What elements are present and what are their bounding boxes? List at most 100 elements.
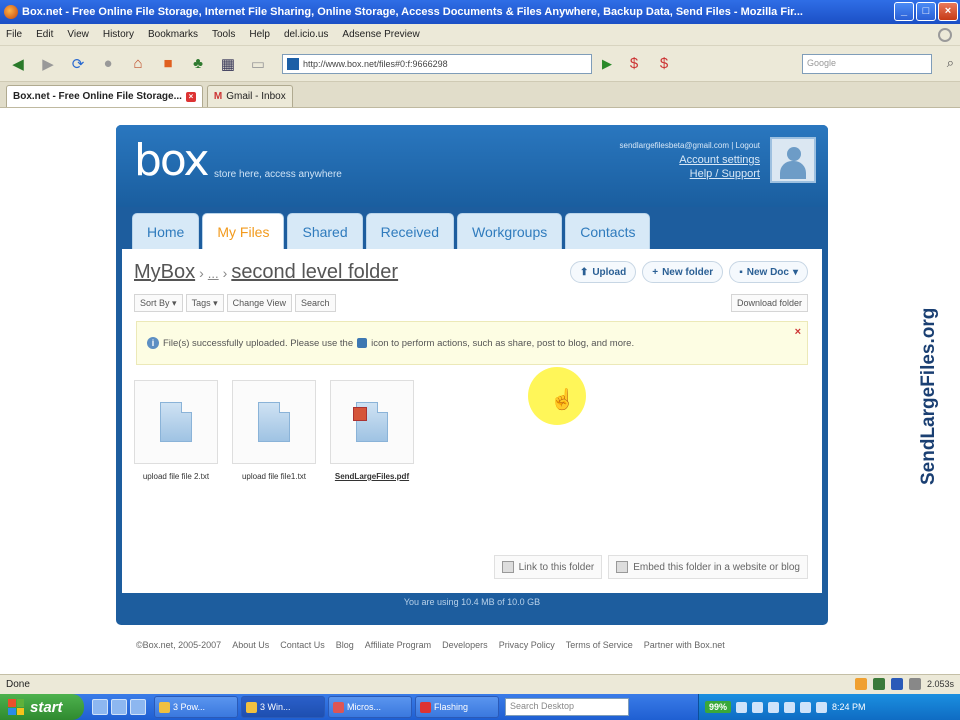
- breadcrumb-separator: ›: [199, 265, 204, 281]
- help-support-link[interactable]: Help / Support: [690, 168, 760, 180]
- delicious-icon[interactable]: ▦: [216, 52, 240, 76]
- browser-tab-box[interactable]: Box.net - Free Online File Storage... ×: [6, 85, 203, 107]
- taskbar-item[interactable]: Flashing: [415, 696, 499, 718]
- account-email[interactable]: sendlargefilesbeta@gmail.com | Logout: [620, 139, 761, 153]
- tab-received[interactable]: Received: [365, 213, 455, 249]
- status-bar: Done 2.053s: [0, 674, 960, 694]
- change-view-button[interactable]: Change View: [226, 294, 292, 312]
- close-icon[interactable]: ×: [795, 326, 801, 338]
- menu-adsense-preview[interactable]: Adsense Preview: [342, 29, 419, 40]
- footer-link-blog[interactable]: Blog: [336, 640, 354, 650]
- leaf-icon[interactable]: ♣: [186, 52, 210, 76]
- account-settings-link[interactable]: Account settings: [679, 154, 760, 166]
- file-thumbnail[interactable]: [134, 380, 218, 464]
- minimize-button[interactable]: _: [894, 2, 914, 21]
- tray-icon[interactable]: [816, 701, 828, 713]
- link-icon: [501, 561, 514, 573]
- quick-launch-icon[interactable]: [130, 699, 146, 715]
- embed-folder-button[interactable]: Embed this folder in a website or blog: [608, 555, 808, 579]
- tab-home[interactable]: Home: [132, 213, 200, 249]
- tab-workgroups[interactable]: Workgroups: [457, 213, 563, 249]
- search-button[interactable]: Search: [295, 294, 336, 312]
- security-status-icon[interactable]: [872, 678, 885, 690]
- stop-icon[interactable]: ●: [96, 52, 120, 76]
- footer-link-developers[interactable]: Developers: [442, 640, 488, 650]
- tray-icon[interactable]: [800, 701, 812, 713]
- footer-link-contact[interactable]: Contact Us: [280, 640, 325, 650]
- back-icon[interactable]: ◀: [6, 52, 30, 76]
- menu-bookmarks[interactable]: Bookmarks: [148, 29, 198, 40]
- menu-delicious[interactable]: del.icio.us: [284, 29, 328, 40]
- search-input[interactable]: Google: [802, 54, 932, 74]
- upload-button[interactable]: ⬆ Upload: [569, 261, 637, 283]
- maximize-button[interactable]: □: [916, 2, 936, 21]
- go-icon[interactable]: ▶: [598, 55, 616, 73]
- footer-link-affiliate[interactable]: Affiliate Program: [365, 640, 431, 650]
- file-thumbnail[interactable]: [330, 380, 414, 464]
- box-app-frame: box store here, access anywhere sendlarg…: [116, 125, 828, 625]
- menu-view[interactable]: View: [67, 29, 89, 40]
- forward-icon[interactable]: ▶: [36, 52, 60, 76]
- search-icon[interactable]: ⌕: [947, 55, 954, 71]
- tab-my-files[interactable]: My Files: [202, 213, 285, 249]
- home-icon[interactable]: ⌂: [126, 52, 150, 76]
- menu-tools[interactable]: Tools: [212, 29, 235, 40]
- new-folder-button[interactable]: + New folder: [642, 261, 724, 283]
- footer-link-terms[interactable]: Terms of Service: [566, 640, 633, 650]
- taskbar-item[interactable]: Micros...: [328, 696, 412, 718]
- file-name[interactable]: upload file file1.txt: [232, 472, 316, 482]
- addon-status-icon[interactable]: [854, 678, 867, 690]
- battery-percent[interactable]: 99%: [705, 701, 732, 713]
- breadcrumb-current[interactable]: second level folder: [231, 261, 398, 284]
- tray-icon[interactable]: [784, 701, 796, 713]
- download-status-icon[interactable]: [908, 678, 921, 690]
- download-folder-button[interactable]: Download folder: [730, 294, 808, 312]
- menu-file[interactable]: File: [6, 29, 22, 40]
- file-item[interactable]: SendLargeFiles.pdf: [330, 380, 414, 482]
- addon-icon[interactable]: ■: [156, 52, 180, 76]
- footer-link-privacy[interactable]: Privacy Policy: [499, 640, 555, 650]
- file-name[interactable]: SendLargeFiles.pdf: [330, 472, 414, 482]
- adsense-alt-icon[interactable]: $: [652, 52, 676, 76]
- breadcrumb-root[interactable]: MyBox: [134, 261, 195, 284]
- link-to-folder-button[interactable]: Link to this folder: [493, 555, 603, 579]
- desktop-search-input[interactable]: Search Desktop: [505, 698, 629, 716]
- tab-shared[interactable]: Shared: [287, 213, 363, 249]
- menu-help[interactable]: Help: [249, 29, 270, 40]
- menu-bar: File Edit View History Bookmarks Tools H…: [0, 24, 960, 46]
- sort-by-button[interactable]: Sort By ▾: [134, 294, 183, 312]
- tray-icon[interactable]: [736, 701, 748, 713]
- browser-tab-gmail[interactable]: M Gmail - Inbox: [206, 85, 293, 107]
- adsense-icon[interactable]: $: [622, 52, 646, 76]
- quick-launch-icon[interactable]: [92, 699, 108, 715]
- tray-icon[interactable]: [752, 701, 764, 713]
- menu-history[interactable]: History: [103, 29, 134, 40]
- close-tab-icon[interactable]: ×: [185, 91, 196, 102]
- text-file-icon: [258, 402, 290, 442]
- quick-launch-icon[interactable]: [111, 699, 127, 715]
- taskbar-item[interactable]: 3 Pow...: [154, 696, 238, 718]
- box-logo[interactable]: box: [134, 135, 210, 186]
- footer-link-about[interactable]: About Us: [232, 640, 269, 650]
- file-name[interactable]: upload file file 2.txt: [134, 472, 218, 482]
- taskbar-item[interactable]: 3 Win...: [241, 696, 325, 718]
- file-thumbnail[interactable]: [232, 380, 316, 464]
- file-item[interactable]: upload file file 2.txt: [134, 380, 218, 482]
- tab-contacts[interactable]: Contacts: [565, 213, 651, 249]
- avatar[interactable]: [770, 137, 816, 183]
- breadcrumb-ellipsis[interactable]: ...: [208, 266, 219, 281]
- reload-icon[interactable]: ⟳: [66, 52, 90, 76]
- sync-status-icon[interactable]: [890, 678, 903, 690]
- file-item[interactable]: upload file file1.txt: [232, 380, 316, 482]
- taskbar-item-label: Micros...: [347, 702, 382, 712]
- footer-link-partner[interactable]: Partner with Box.net: [644, 640, 725, 650]
- start-button[interactable]: start: [0, 694, 84, 720]
- close-button[interactable]: ×: [938, 2, 958, 21]
- navigation-toolbar: ◀ ▶ ⟳ ● ⌂ ■ ♣ ▦ ▭ http://www.box.net/fil…: [0, 46, 960, 82]
- print-icon[interactable]: ▭: [246, 52, 270, 76]
- menu-edit[interactable]: Edit: [36, 29, 53, 40]
- new-doc-button[interactable]: ▪ New Doc ▾: [729, 261, 808, 283]
- tray-icon[interactable]: [768, 701, 780, 713]
- address-bar[interactable]: http://www.box.net/files#0:f:9666298: [282, 53, 592, 74]
- tags-button[interactable]: Tags ▾: [185, 294, 224, 312]
